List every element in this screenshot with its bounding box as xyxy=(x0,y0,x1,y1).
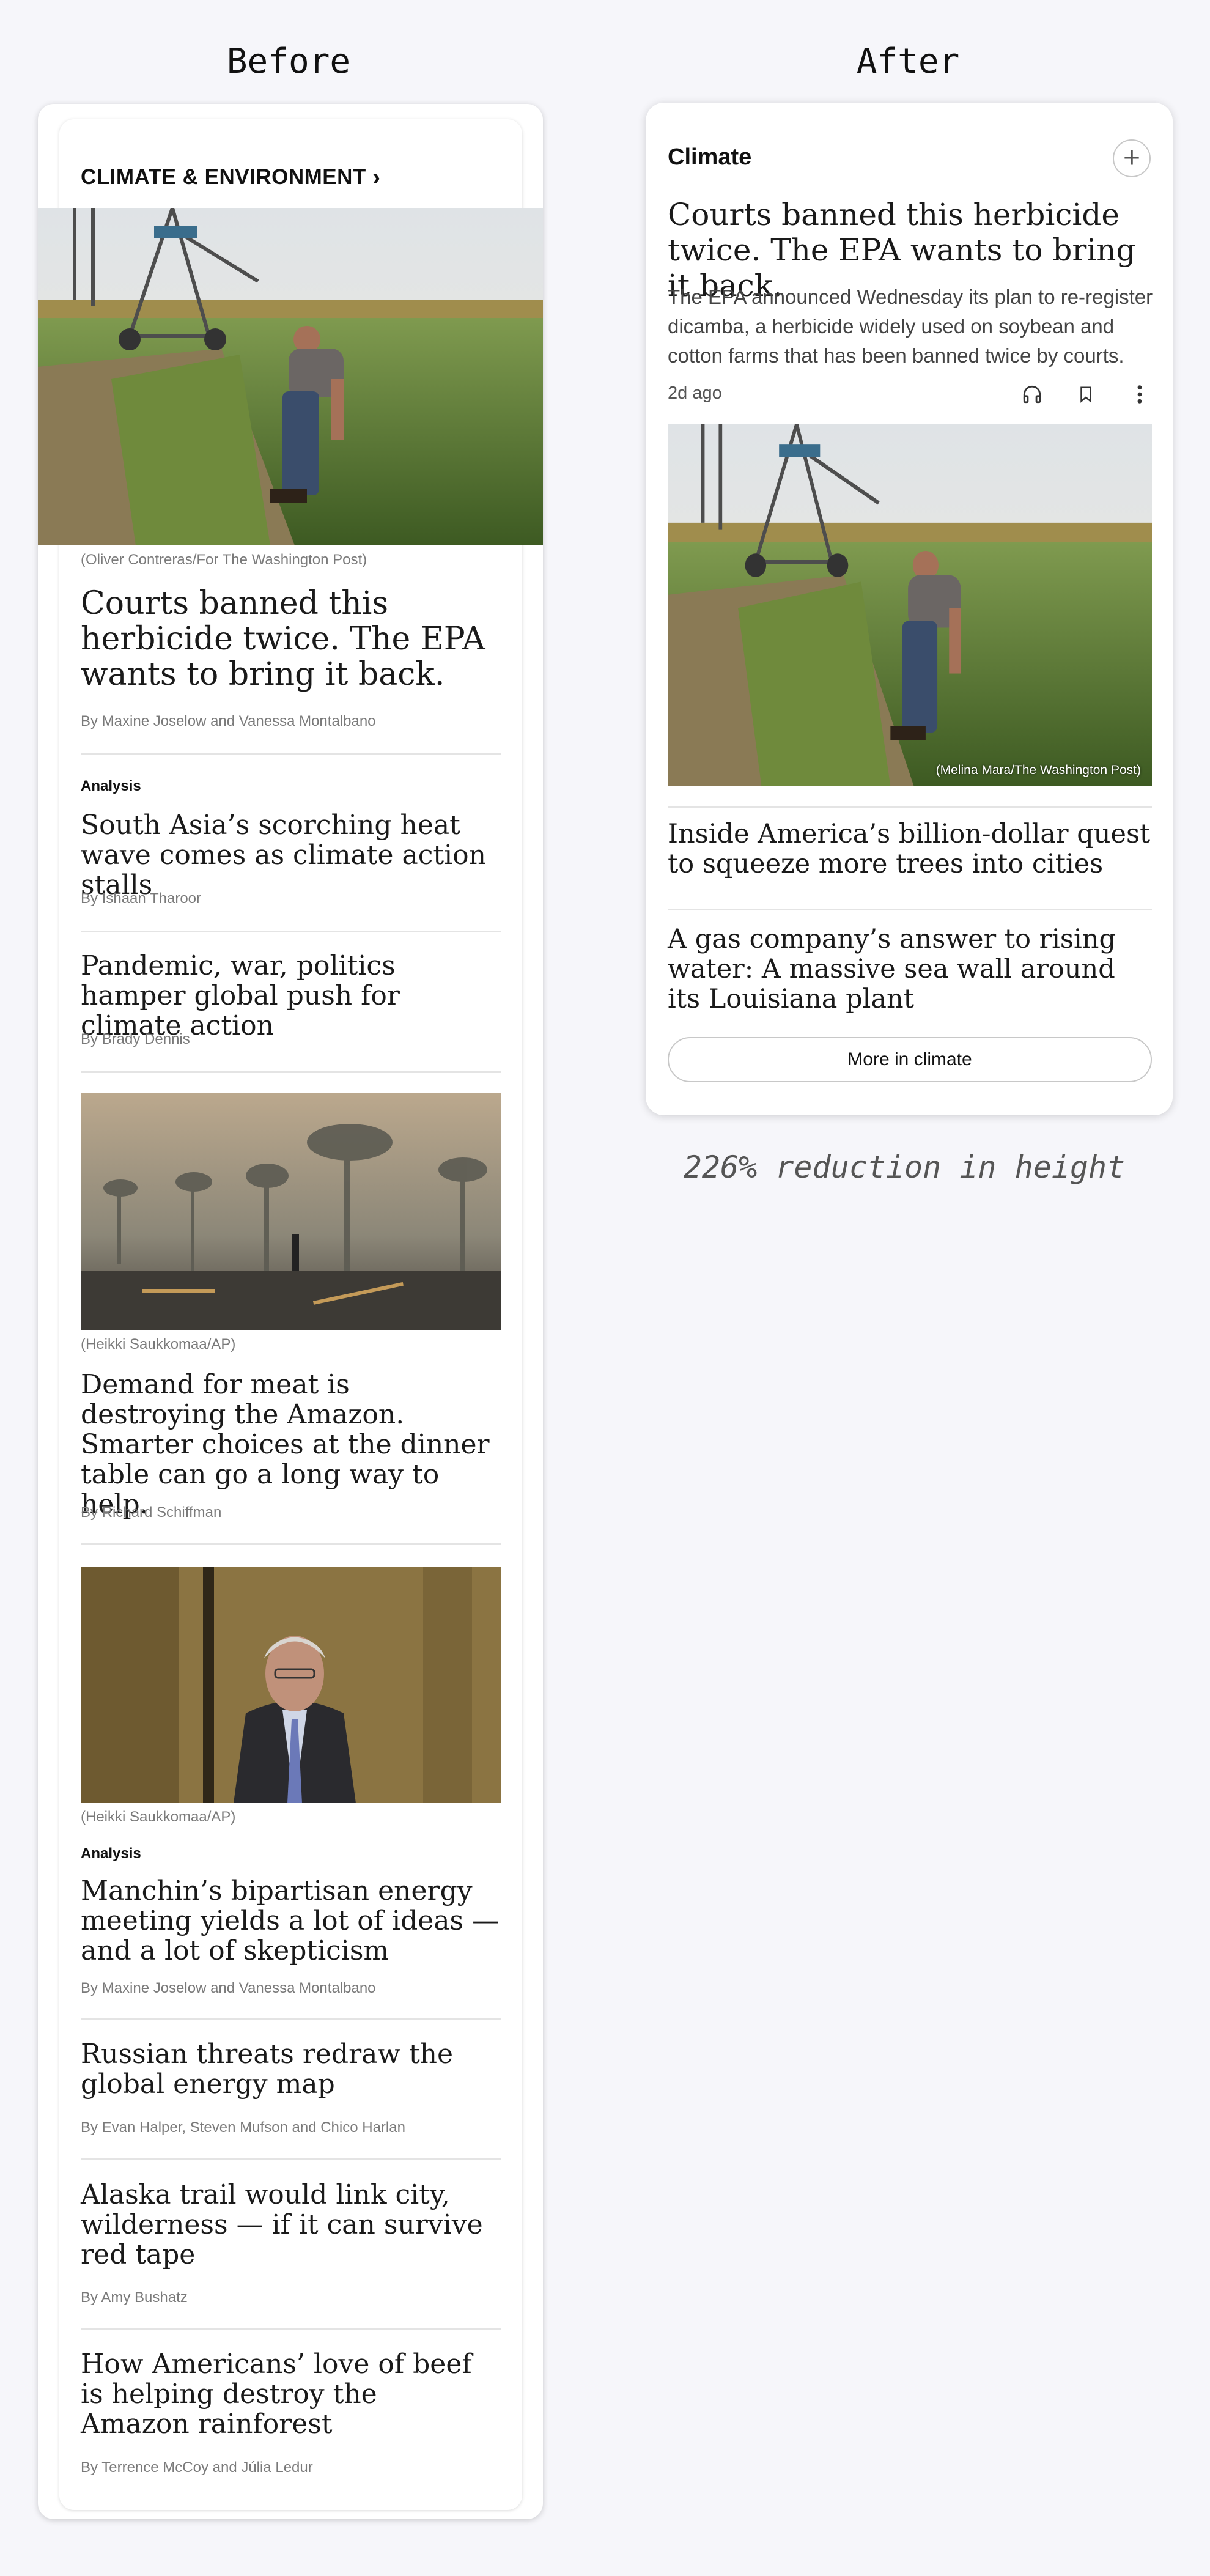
story7-byline: By Amy Bushatz xyxy=(81,2289,188,2306)
before-label: Before xyxy=(226,42,351,81)
lead-photo-caption: (Oliver Contreras/For The Washington Pos… xyxy=(81,552,367,568)
divider xyxy=(81,2018,501,2020)
divider xyxy=(81,2328,501,2330)
after-story3-headline[interactable]: A gas company’s answer to rising water: … xyxy=(668,924,1151,1014)
story5-headline[interactable]: Manchin’s bipartisan energy meeting yiel… xyxy=(81,1876,503,1966)
lead-photo-farm[interactable] xyxy=(38,208,543,545)
after-story2-headline[interactable]: Inside America’s billion-dollar quest to… xyxy=(668,819,1151,879)
story2-kicker: Analysis xyxy=(81,778,141,794)
after-label: After xyxy=(856,42,960,81)
story2-byline: By Ishaan Tharoor xyxy=(81,890,202,907)
story6-byline: By Evan Halper, Steven Mufson and Chico … xyxy=(81,2119,405,2136)
story2-headline[interactable]: South Asia’s scorching heat wave comes a… xyxy=(81,810,496,900)
after-lead-blurb: The EPA announced Wednesday its plan to … xyxy=(668,286,1153,367)
divider xyxy=(81,753,501,755)
chevron-right-icon: › xyxy=(372,164,381,191)
story3-headline[interactable]: Pandemic, war, politics hamper global pu… xyxy=(81,951,484,1041)
lead-byline: By Maxine Joselow and Vanessa Montalbano xyxy=(81,713,376,729)
divider xyxy=(668,909,1152,910)
divider xyxy=(81,931,501,932)
divider xyxy=(81,2158,501,2160)
after-lead-timestamp: 2d ago xyxy=(668,383,722,403)
bookmark-icon[interactable] xyxy=(1074,382,1098,407)
story8-byline: By Terrence McCoy and Júlia Ledur xyxy=(81,2459,313,2476)
story3-byline: By Brady Dennis xyxy=(81,1031,190,1047)
story5-photo-caption: (Heikki Saukkomaa/AP) xyxy=(81,1809,236,1825)
headphones-icon[interactable] xyxy=(1020,382,1044,407)
lead-headline[interactable]: Courts banned this herbicide twice. The … xyxy=(81,586,503,692)
story6-headline[interactable]: Russian threats redraw the global energy… xyxy=(81,2039,496,2099)
after-lead-photo-credit: (Melina Mara/The Washington Post) xyxy=(935,763,1141,777)
more-vertical-icon[interactable] xyxy=(1127,382,1152,407)
section-header[interactable]: CLIMATE & ENVIRONMENT › xyxy=(81,165,381,190)
story5-photo-portrait[interactable] xyxy=(81,1567,501,1803)
story4-headline[interactable]: Demand for meat is destroying the Amazon… xyxy=(81,1370,496,1519)
after-lead-photo-farm[interactable]: (Melina Mara/The Washington Post) xyxy=(668,424,1152,786)
story8-headline[interactable]: How Americans’ love of beef is helping d… xyxy=(81,2349,472,2439)
story7-headline[interactable]: Alaska trail would link city, wilderness… xyxy=(81,2180,484,2270)
story4-byline: By Richard Schiffman xyxy=(81,1504,222,1521)
section-title: CLIMATE & ENVIRONMENT xyxy=(81,165,366,189)
plus-icon[interactable]: + xyxy=(1113,139,1151,177)
divider xyxy=(81,1543,501,1545)
divider xyxy=(668,806,1152,808)
story5-byline: By Maxine Joselow and Vanessa Montalbano xyxy=(81,1980,376,1996)
reduction-note: 226% reduction in height xyxy=(683,1150,1126,1185)
story4-photo-caption: (Heikki Saukkomaa/AP) xyxy=(81,1336,236,1353)
divider xyxy=(81,1071,501,1073)
story5-kicker: Analysis xyxy=(81,1845,141,1862)
more-in-climate-button[interactable]: More in climate xyxy=(668,1037,1152,1082)
after-section-title[interactable]: Climate xyxy=(668,144,751,171)
story4-photo-fire[interactable] xyxy=(81,1093,501,1330)
